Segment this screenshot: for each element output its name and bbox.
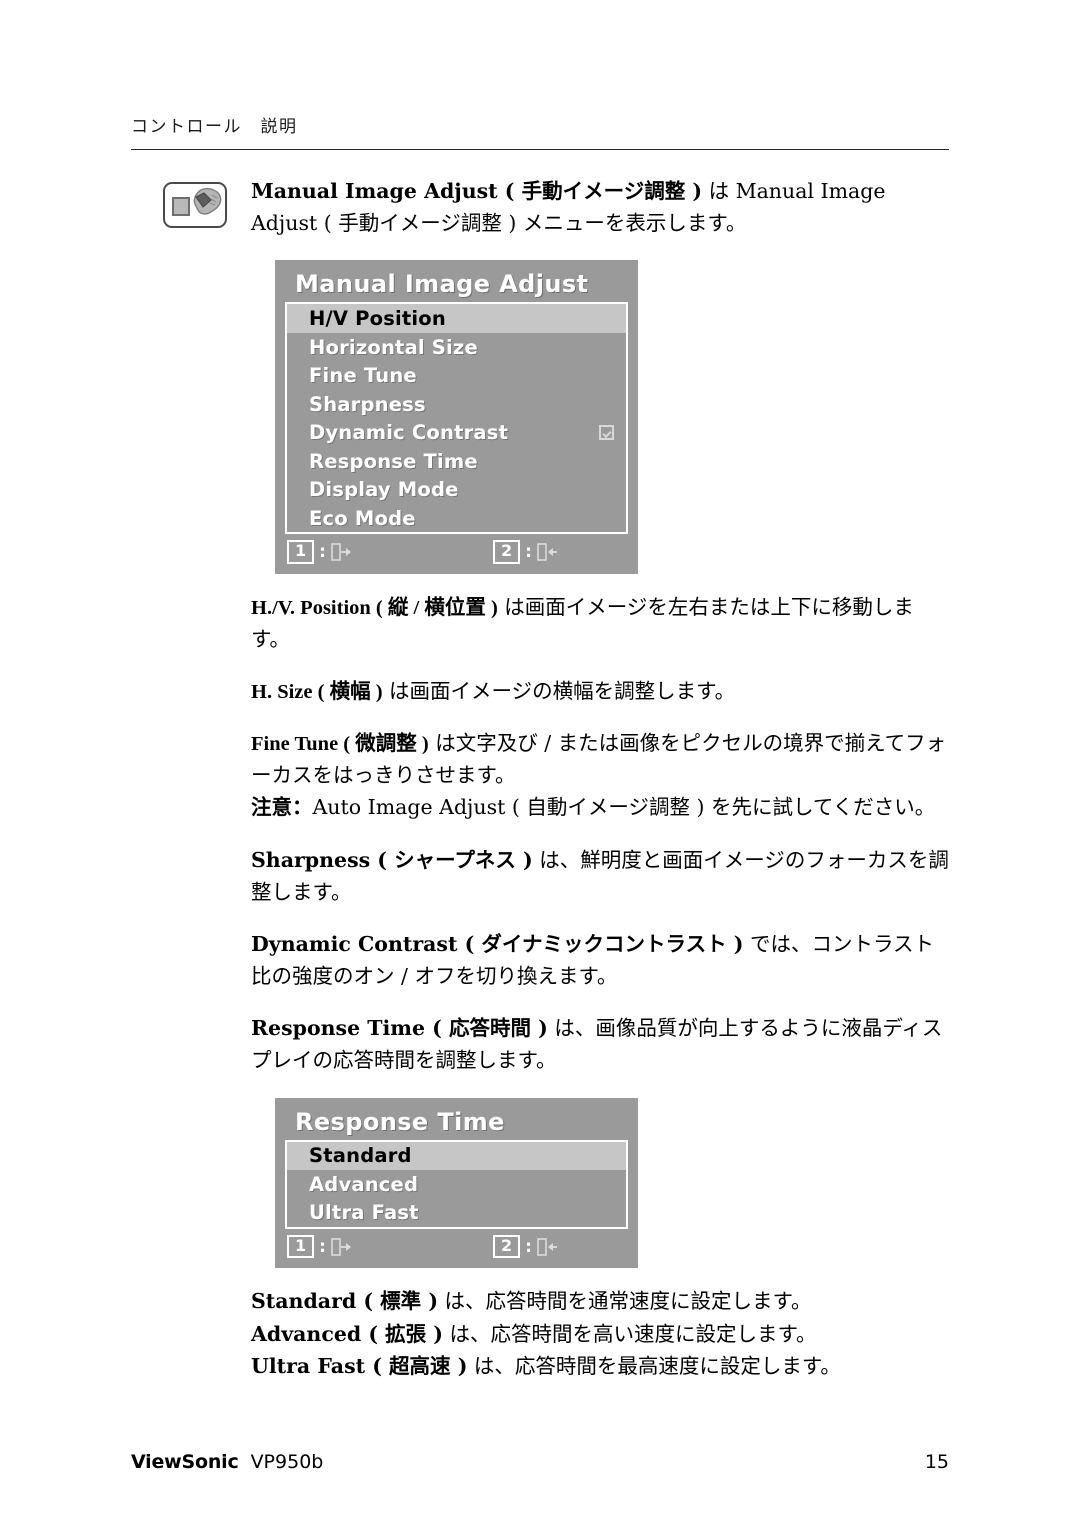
paragraph-ultra-fast: Ultra Fast ( 超高速 ) は、応答時間を最高速度に設定します。 — [251, 1351, 951, 1383]
paragraph-h-size: H. Size ( 横幅 ) は画面イメージの横幅を調整します。 — [251, 676, 951, 708]
osd-footer: 1 : 2 : — [285, 1229, 628, 1260]
osd-item-label: Eco Mode — [309, 506, 416, 530]
enter-left-arrow-icon — [537, 1237, 557, 1256]
osd-item-label: Display Mode — [309, 478, 459, 502]
osd-item-label: Sharpness — [309, 392, 426, 416]
osd-menu-list: H/V Position Horizontal Size Fine Tune S… — [285, 302, 628, 535]
osd-item-response-time[interactable]: Response Time — [287, 447, 626, 476]
osd-item-hv-position[interactable]: H/V Position — [287, 304, 626, 333]
exit-right-arrow-icon — [331, 1237, 351, 1256]
osd-item-label: Dynamic Contrast — [309, 421, 509, 445]
osd-hint-key2: 2 : — [492, 540, 559, 564]
paragraph-bold-lead: Fine Tune ( 微調整 ) — [251, 733, 429, 756]
paragraph-bold-lead: H./V. Position ( 縦 / 横位置 ) — [251, 596, 498, 619]
intro-bold-lead: Manual Image Adjust ( 手動イメージ調整 ) — [251, 179, 703, 203]
note-bold-lead: 注意： — [251, 795, 313, 820]
osd-item-label: H/V Position — [309, 307, 446, 331]
paragraph-bold-lead: Standard ( 標準 ) — [251, 1289, 439, 1314]
paragraph-text: は、応答時間を通常速度に設定します。 — [438, 1289, 812, 1314]
osd-hint-key1: 1 : — [287, 540, 353, 564]
model-name: VP950b — [250, 1451, 324, 1473]
key-label-2: 2 — [492, 1235, 521, 1259]
osd-hint-key2: 2 : — [492, 1235, 559, 1259]
key-separator: : — [525, 542, 532, 562]
osd-item-label: Ultra Fast — [309, 1201, 419, 1225]
key-label-2: 2 — [492, 540, 521, 564]
osd-footer: 1 : 2 : — [285, 534, 628, 565]
osd-item-display-mode[interactable]: Display Mode — [287, 475, 626, 504]
key-label-1: 1 — [287, 540, 315, 564]
enter-left-arrow-icon — [537, 543, 557, 561]
paragraph-bold-lead: Sharpness ( シャープネス ) — [251, 847, 533, 872]
content-column: Manual Image Adjust ( 手動イメージ調整 ) は Manua… — [163, 176, 951, 1383]
osd-item-label: Response Time — [309, 449, 478, 473]
paragraph-fine-tune: Fine Tune ( 微調整 ) は文字及び / または画像をピクセルの境界で… — [251, 728, 951, 792]
brand-name: ViewSonic — [131, 1451, 239, 1473]
osd-title-response-time: Response Time — [295, 1107, 505, 1136]
osd-item-fine-tune[interactable]: Fine Tune — [287, 361, 626, 390]
note-text: Auto Image Adjust ( 自動イメージ調整 ) を先に試してくださ… — [312, 795, 936, 820]
osd-item-horizontal-size[interactable]: Horizontal Size — [287, 333, 626, 362]
osd-item-label: Advanced — [309, 1172, 419, 1196]
hand-pressing-shape — [193, 187, 222, 215]
osd-item-dynamic-contrast[interactable]: Dynamic Contrast — [287, 418, 626, 447]
document-page: コントロール 説明 Manual Image Adjust ( 手動イメージ調整… — [0, 0, 1080, 1527]
page-footer: ViewSonic VP950b 15 — [131, 1451, 949, 1473]
key-separator: : — [525, 1236, 532, 1257]
osd-title-manual-image-adjust: Manual Image Adjust — [295, 270, 589, 299]
paragraph-bold-lead: Dynamic Contrast ( ダイナミックコントラスト ) — [251, 931, 744, 956]
osd-item-label: Fine Tune — [309, 364, 417, 388]
intro-block: Manual Image Adjust ( 手動イメージ調整 ) は Manua… — [163, 176, 951, 240]
osd-manual-image-adjust: Manual Image Adjust H/V Position Horizon… — [275, 260, 638, 574]
osd-item-advanced[interactable]: Advanced — [287, 1170, 626, 1199]
running-head: コントロール 説明 — [131, 117, 298, 137]
osd-hint-key1: 1 : — [287, 1235, 353, 1259]
osd-item-eco-mode[interactable]: Eco Mode — [287, 504, 626, 533]
monitor-button-press-icon — [163, 182, 227, 228]
checkbox-checked-icon[interactable] — [599, 425, 614, 441]
paragraph-hv-position: H./V. Position ( 縦 / 横位置 ) は画面イメージを左右または… — [251, 592, 951, 656]
paragraph-advanced: Advanced ( 拡張 ) は、応答時間を高い速度に設定します。 — [251, 1319, 951, 1351]
footer-left: ViewSonic VP950b — [131, 1451, 323, 1473]
paragraph-sharpness: Sharpness ( シャープネス ) は、鮮明度と画面イメージのフォーカスを… — [251, 845, 951, 909]
key-separator: : — [319, 1236, 326, 1257]
osd-item-standard[interactable]: Standard — [287, 1141, 626, 1171]
key-label-1: 1 — [287, 1235, 315, 1259]
key-separator: : — [319, 542, 326, 562]
paragraph-bold-lead: Advanced ( 拡張 ) — [251, 1321, 444, 1346]
header-rule — [131, 149, 949, 151]
osd-response-time: Response Time Standard Advanced Ultra Fa… — [275, 1097, 638, 1269]
paragraph-standard: Standard ( 標準 ) は、応答時間を通常速度に設定します。 — [251, 1286, 951, 1318]
paragraph-dynamic-contrast: Dynamic Contrast ( ダイナミックコントラスト ) では、コント… — [251, 929, 951, 993]
paragraph-text: は、応答時間を高い速度に設定します。 — [443, 1321, 817, 1346]
page-header: コントロール 説明 — [131, 117, 949, 151]
exit-right-arrow-icon — [331, 543, 351, 561]
osd-item-label: Horizontal Size — [309, 335, 478, 359]
paragraph-fine-tune-note: 注意：Auto Image Adjust ( 自動イメージ調整 ) を先に試して… — [251, 792, 951, 824]
paragraph-text: は、応答時間を最高速度に設定します。 — [467, 1353, 841, 1378]
osd-item-sharpness[interactable]: Sharpness — [287, 390, 626, 419]
paragraph-bold-lead: H. Size ( 横幅 ) — [251, 681, 383, 704]
intro-paragraph: Manual Image Adjust ( 手動イメージ調整 ) は Manua… — [251, 176, 951, 240]
osd-item-ultra-fast[interactable]: Ultra Fast — [287, 1199, 626, 1228]
paragraph-text: は画面イメージの横幅を調整します。 — [382, 679, 736, 704]
osd-menu-list: Standard Advanced Ultra Fast — [285, 1139, 628, 1230]
osd-item-label: Standard — [309, 1144, 412, 1168]
paragraph-bold-lead: Response Time ( 応答時間 ) — [251, 1016, 548, 1041]
page-number: 15 — [924, 1451, 949, 1473]
paragraph-response-time: Response Time ( 応答時間 ) は、画像品質が向上するように液晶デ… — [251, 1013, 951, 1077]
paragraph-bold-lead: Ultra Fast ( 超高速 ) — [251, 1353, 468, 1378]
